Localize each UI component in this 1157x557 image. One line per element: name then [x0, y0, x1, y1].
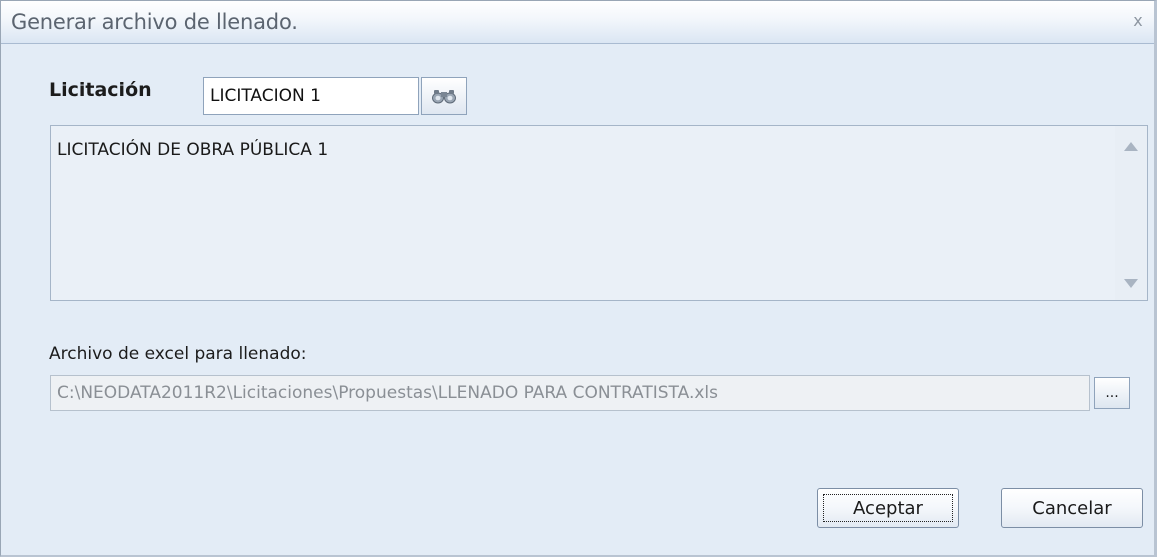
- vertical-scrollbar[interactable]: [1115, 126, 1147, 300]
- accept-button[interactable]: Aceptar: [817, 488, 959, 528]
- binoculars-icon: [432, 90, 456, 104]
- scroll-down-arrow-icon[interactable]: [1124, 279, 1138, 288]
- dialog-title: Generar archivo de llenado.: [11, 10, 298, 34]
- excel-file-path-input[interactable]: [50, 375, 1090, 411]
- browse-file-button[interactable]: ...: [1094, 377, 1130, 409]
- close-button[interactable]: x: [1130, 13, 1146, 29]
- search-licitacion-button[interactable]: [421, 77, 467, 115]
- cancel-button[interactable]: Cancelar: [1001, 488, 1143, 528]
- licitacion-input[interactable]: [203, 77, 419, 115]
- dialog-window: Generar archivo de llenado. x Licitación…: [0, 0, 1157, 557]
- licitacion-label: Licitación: [49, 79, 152, 101]
- excel-file-label: Archivo de excel para llenado:: [49, 344, 307, 364]
- accept-button-label: Aceptar: [823, 494, 953, 522]
- description-textarea[interactable]: LICITACIÓN DE OBRA PÚBLICA 1: [50, 125, 1148, 301]
- title-bar[interactable]: Generar archivo de llenado. x: [1, 1, 1154, 44]
- scroll-up-arrow-icon[interactable]: [1124, 142, 1138, 151]
- description-text: LICITACIÓN DE OBRA PÚBLICA 1: [57, 140, 329, 160]
